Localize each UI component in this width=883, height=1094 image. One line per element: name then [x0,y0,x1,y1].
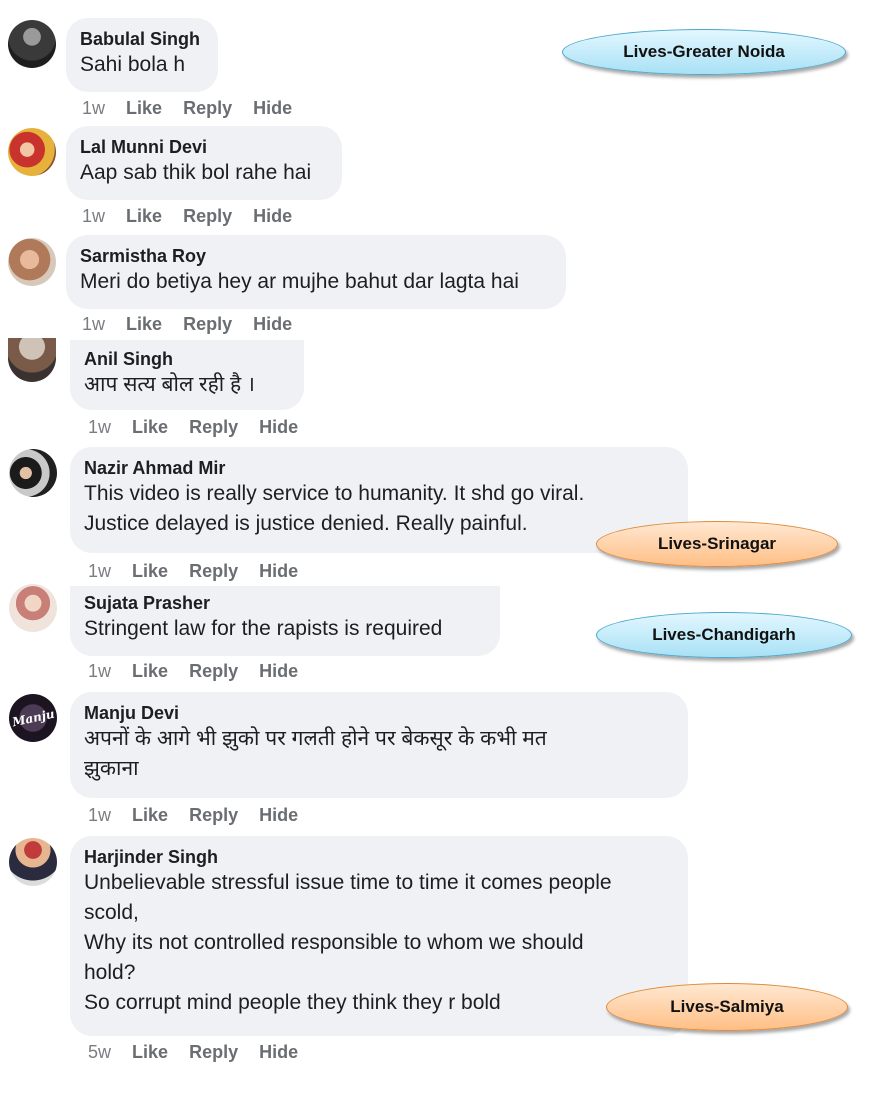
hide-button[interactable]: Hide [259,661,298,681]
like-button[interactable]: Like [126,206,162,226]
comment-text: Why its not controlled responsible to wh… [84,931,584,954]
comment-actions: 1w Like Reply Hide [82,314,308,335]
reply-button[interactable]: Reply [189,661,238,681]
avatar[interactable] [9,584,57,632]
reply-button[interactable]: Reply [189,561,238,581]
comment-text: आप सत्य बोल रही है । [84,373,255,396]
comment-bubble: Nazir Ahmad Mir This video is really ser… [70,447,688,553]
commenter-name[interactable]: Manju Devi [84,702,672,724]
location-tag-greater-noida: Lives-Greater Noida [562,29,846,75]
timestamp[interactable]: 1w [82,314,105,334]
reply-button[interactable]: Reply [189,1042,238,1062]
comment-text: Meri do betiya hey ar mujhe bahut dar la… [80,270,519,293]
location-tag-salmiya: Lives-Salmiya [606,983,848,1031]
location-tag-srinagar: Lives-Srinagar [596,521,838,567]
comment-text: Stringent law for the rapists is require… [84,617,443,640]
commenter-name[interactable]: Anil Singh [84,348,288,370]
avatar[interactable] [8,238,56,286]
like-button[interactable]: Like [132,417,168,437]
commenter-name[interactable]: Babulal Singh [80,28,202,50]
comment-actions: 1w Like Reply Hide [82,98,308,119]
timestamp[interactable]: 5w [88,1042,111,1062]
avatar[interactable] [9,838,57,886]
hide-button[interactable]: Hide [253,314,292,334]
like-button[interactable]: Like [132,561,168,581]
reply-button[interactable]: Reply [183,98,232,118]
reply-button[interactable]: Reply [183,314,232,334]
avatar[interactable] [8,20,56,68]
comment-bubble: Babulal Singh Sahi bola h [66,18,218,92]
comment-bubble: Manju Devi अपनों के आगे भी झुको पर गलती … [70,692,688,798]
comment-actions: 1w Like Reply Hide [88,561,314,582]
like-button[interactable]: Like [126,98,162,118]
location-tag-chandigarh: Lives-Chandigarh [596,612,852,658]
comment-actions: 1w Like Reply Hide [88,805,314,826]
comment-bubble: Sujata Prasher Stringent law for the rap… [70,586,500,656]
comment-text: So corrupt mind people they think they r… [84,991,501,1014]
comment-actions: 5w Like Reply Hide [88,1042,314,1063]
location-tag-label: Lives-Srinagar [657,534,777,553]
like-button[interactable]: Like [132,805,168,825]
avatar[interactable] [8,338,56,382]
comment-text: This video is really service to humanity… [84,482,585,505]
comment-actions: 1w Like Reply Hide [88,417,314,438]
comment-actions: 1w Like Reply Hide [82,206,308,227]
like-button[interactable]: Like [132,661,168,681]
hide-button[interactable]: Hide [253,98,292,118]
comment-bubble: Anil Singh आप सत्य बोल रही है । [70,340,304,410]
reply-button[interactable]: Reply [189,805,238,825]
comment-bubble: Sarmistha Roy Meri do betiya hey ar mujh… [66,235,566,309]
location-tag-label: Lives-Greater Noida [623,42,785,61]
like-button[interactable]: Like [132,1042,168,1062]
hide-button[interactable]: Hide [259,1042,298,1062]
location-tag-label: Lives-Salmiya [670,997,784,1016]
like-button[interactable]: Like [126,314,162,334]
location-tag-label: Lives-Chandigarh [652,625,796,644]
comment-bubble: Lal Munni Devi Aap sab thik bol rahe hai [66,126,342,200]
commenter-name[interactable]: Sarmistha Roy [80,245,550,267]
comment-text: Aap sab thik bol rahe hai [80,161,312,184]
timestamp[interactable]: 1w [82,98,105,118]
comment-text: झुकाना [84,757,139,780]
comment-text: Unbelievable stressful issue time to tim… [84,871,612,894]
hide-button[interactable]: Hide [259,805,298,825]
timestamp[interactable]: 1w [88,561,111,581]
avatar[interactable] [8,128,56,176]
comment-text: अपनों के आगे भी झुको पर गलती होने पर बेक… [84,727,547,750]
comment-text: Justice delayed is justice denied. Reall… [84,512,528,535]
avatar-script-text: Manju [10,706,56,730]
reply-button[interactable]: Reply [183,206,232,226]
commenter-name[interactable]: Sujata Prasher [84,592,484,614]
comment-text: hold? [84,961,136,984]
timestamp[interactable]: 1w [82,206,105,226]
hide-button[interactable]: Hide [259,417,298,437]
hide-button[interactable]: Hide [253,206,292,226]
timestamp[interactable]: 1w [88,805,111,825]
commenter-name[interactable]: Lal Munni Devi [80,136,326,158]
timestamp[interactable]: 1w [88,661,111,681]
commenter-name[interactable]: Harjinder Singh [84,846,672,868]
comment-bubble: Harjinder Singh Unbelievable stressful i… [70,836,688,1036]
timestamp[interactable]: 1w [88,417,111,437]
commenter-name[interactable]: Nazir Ahmad Mir [84,457,672,479]
reply-button[interactable]: Reply [189,417,238,437]
comment-actions: 1w Like Reply Hide [88,661,314,682]
comment-text: scold, [84,901,139,924]
avatar[interactable] [9,449,57,497]
comment-text: Sahi bola h [80,53,186,76]
hide-button[interactable]: Hide [259,561,298,581]
avatar[interactable]: Manju [9,694,57,742]
